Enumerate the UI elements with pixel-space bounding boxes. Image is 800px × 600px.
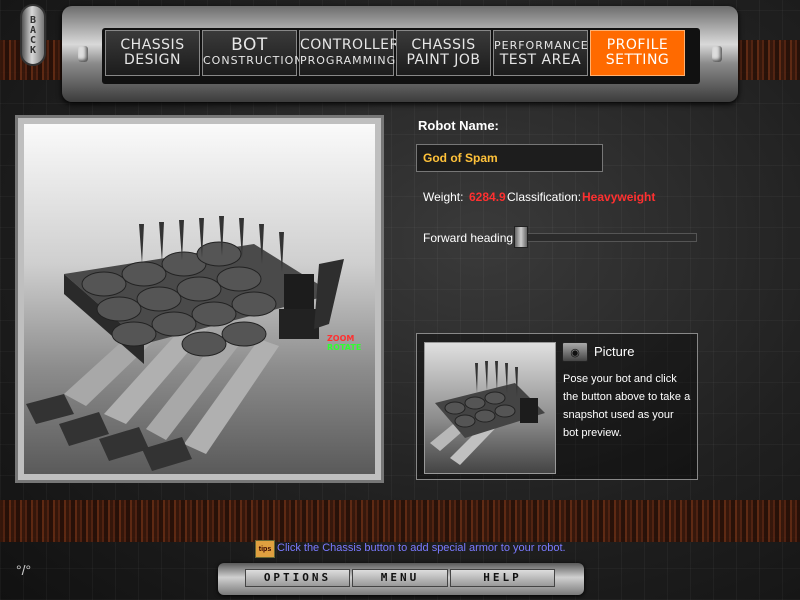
back-button[interactable]: BACK xyxy=(20,4,46,66)
robot-3d-viewport[interactable] xyxy=(24,124,375,474)
picture-title: Picture xyxy=(594,344,635,359)
options-button[interactable]: OPTIONS xyxy=(245,569,350,587)
tab-label-line2: DESIGN xyxy=(124,52,181,68)
zoom-hint: ZOOM xyxy=(327,334,355,343)
tab-label-line1: CHASSIS xyxy=(120,37,185,53)
tab-label-line2: CONSTRUCTION xyxy=(203,54,304,67)
tab-label-line2: PAINT JOB xyxy=(406,52,481,68)
robot-viewport-frame xyxy=(15,115,384,483)
settings-corner-icon: °/° xyxy=(16,562,32,578)
tip-text: Click the Chassis button to add special … xyxy=(277,542,566,554)
robot-preview-thumbnail xyxy=(424,342,556,474)
tab-bot-construction[interactable]: BOT CONSTRUCTION xyxy=(202,30,304,76)
tab-label-line2: PROGRAMMING xyxy=(300,54,397,67)
weight-value: 6284.9 xyxy=(469,190,506,204)
picture-description: Pose your bot and click the button above… xyxy=(563,373,691,439)
tab-label-line1: CHASSIS xyxy=(411,37,476,53)
tab-performance-test-area[interactable]: PERFORMANCE TEST AREA xyxy=(493,30,588,76)
rust-strip-bottom xyxy=(0,500,800,542)
classification-value: Heavyweight xyxy=(582,190,656,204)
preview-render-image xyxy=(430,361,545,465)
tab-controller-programming[interactable]: CONTROLLER PROGRAMMING xyxy=(299,30,400,76)
forward-heading-label: Forward heading: xyxy=(423,231,517,245)
help-button[interactable]: HELP xyxy=(450,569,555,587)
tab-chassis-paint-job[interactable]: CHASSIS PAINT JOB xyxy=(396,30,491,76)
classification-label: Classification: xyxy=(507,190,582,204)
rivet-left xyxy=(78,46,88,62)
nav-tabs: CHASSIS DESIGN BOT CONSTRUCTION CONTROLL… xyxy=(105,30,685,76)
forward-heading-slider-thumb[interactable] xyxy=(514,226,528,248)
forward-heading-slider[interactable] xyxy=(515,233,697,242)
camera-icon[interactable]: ◉ xyxy=(562,342,588,362)
tab-label-line2: SETTING xyxy=(605,52,670,68)
tab-label-line2: TEST AREA xyxy=(499,52,582,68)
robot-name-input[interactable]: God of Spam xyxy=(416,144,603,172)
tab-chassis-design[interactable]: CHASSIS DESIGN xyxy=(105,30,200,76)
rotate-hint: ROTATE xyxy=(327,343,362,352)
tab-label-line1: PROFILE xyxy=(606,37,669,53)
tab-label-line1: PERFORMANCE xyxy=(494,39,589,52)
tab-label-line1: CONTROLLER xyxy=(300,37,400,53)
robot-render-image xyxy=(26,216,344,471)
tips-icon: tips xyxy=(255,540,275,558)
tab-label-line1: BOT xyxy=(231,35,268,55)
tab-profile-setting[interactable]: PROFILE SETTING xyxy=(590,30,685,76)
robot-name-label: Robot Name: xyxy=(418,118,499,133)
rivet-right xyxy=(712,46,722,62)
weight-label: Weight: xyxy=(423,190,464,204)
menu-button[interactable]: MENU xyxy=(352,569,448,587)
